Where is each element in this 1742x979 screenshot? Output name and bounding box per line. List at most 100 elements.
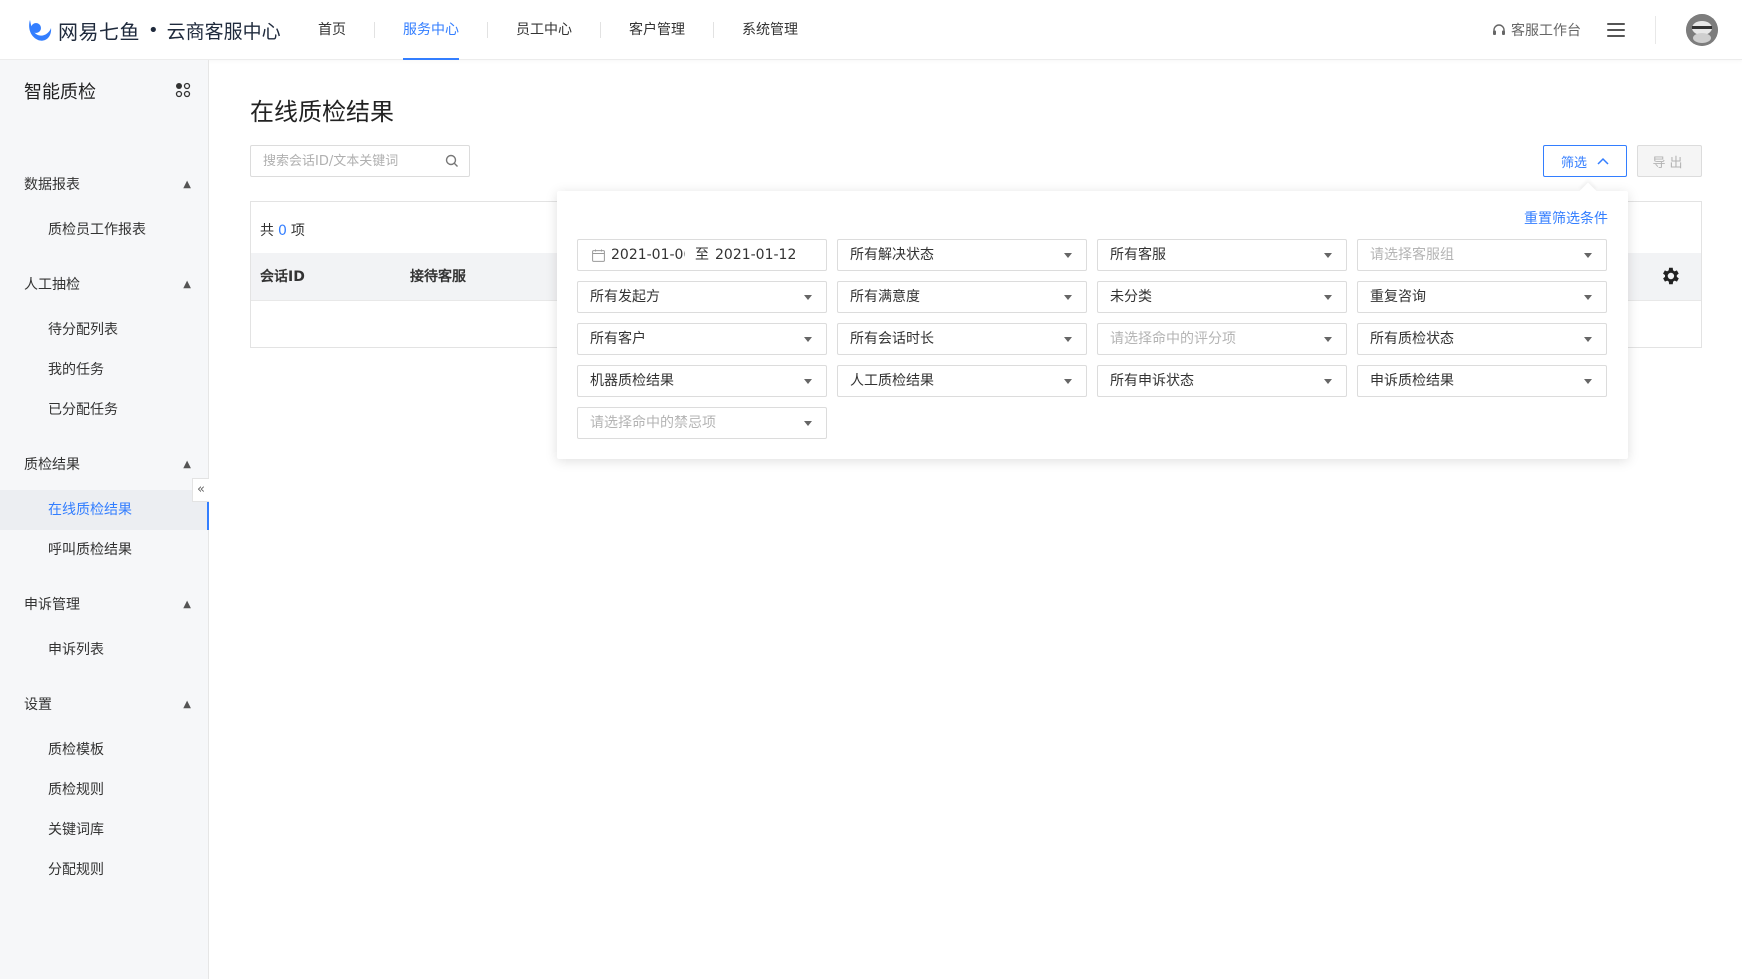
workbench-link[interactable]: 客服工作台 <box>1491 20 1581 40</box>
top-nav: 首页 服务中心 员工中心 客户管理 系统管理 <box>290 0 826 60</box>
double-chevron-left-icon: « <box>197 482 205 497</box>
select-value: 所有客服 <box>1110 247 1166 263</box>
select-value: 人工质检结果 <box>850 373 934 389</box>
caret-up-icon: ▲ <box>183 459 191 470</box>
filter-button[interactable]: 筛选 <box>1543 145 1627 177</box>
agent-group-select[interactable]: 请选择客服组 <box>1357 239 1607 271</box>
headset-icon <box>1493 24 1505 35</box>
caret-up-icon: ▲ <box>183 599 191 610</box>
taboo-item-select[interactable]: 请选择命中的禁忌项 <box>577 407 827 439</box>
dropdown-arrow-icon <box>1064 295 1072 300</box>
customer-select[interactable]: 所有客户 <box>577 323 827 355</box>
sidebar-group-label: 人工抽检 <box>24 277 80 293</box>
select-value: 重复咨询 <box>1370 289 1426 305</box>
logo[interactable]: 网易七鱼 • 云商客服中心 <box>24 16 281 44</box>
sidebar-item-qc-template[interactable]: 质检模板 <box>0 730 209 770</box>
date-separator: 至 <box>695 247 709 263</box>
sidebar-group-settings[interactable]: 设置 ▲ <box>0 685 209 725</box>
machine-qc-result-select[interactable]: 机器质检结果 <box>577 365 827 397</box>
total-prefix: 共 <box>260 223 274 239</box>
sidebar-collapse-button[interactable]: « <box>192 478 209 502</box>
manual-qc-result-select[interactable]: 人工质检结果 <box>837 365 1087 397</box>
sidebar-item-keyword-library[interactable]: 关键词库 <box>0 810 209 850</box>
sidebar-item-my-tasks[interactable]: 我的任务 <box>0 350 209 390</box>
dropdown-arrow-icon <box>1584 253 1592 258</box>
scoring-item-select[interactable]: 请选择命中的评分项 <box>1097 323 1347 355</box>
dropdown-arrow-icon <box>1584 337 1592 342</box>
dropdown-arrow-icon <box>804 379 812 384</box>
top-header: 网易七鱼 • 云商客服中心 首页 服务中心 员工中心 客户管理 系统管理 客服工… <box>0 0 1742 60</box>
date-start: 2021-01-06 <box>611 247 685 263</box>
select-value: 未分类 <box>1110 289 1152 305</box>
select-value: 所有会话时长 <box>850 331 934 347</box>
dropdown-arrow-icon <box>1324 253 1332 258</box>
total-count: 共0项 <box>260 220 305 240</box>
sidebar-item-pending-list[interactable]: 待分配列表 <box>0 310 209 350</box>
sidebar-item-assigned-tasks[interactable]: 已分配任务 <box>0 390 209 430</box>
sidebar-item-inspector-report[interactable]: 质检员工作报表 <box>0 210 209 250</box>
sidebar: 智能质检 数据报表 ▲ 质检员工作报表 人工抽检 ▲ 待分配列表 我的任务 已分… <box>0 60 209 979</box>
qc-status-select[interactable]: 所有质检状态 <box>1357 323 1607 355</box>
appeal-qc-result-select[interactable]: 申诉质检结果 <box>1357 365 1607 397</box>
sidebar-item-qc-rules[interactable]: 质检规则 <box>0 770 209 810</box>
agent-select[interactable]: 所有客服 <box>1097 239 1347 271</box>
column-header-session-id: 会话ID <box>260 269 305 285</box>
select-placeholder: 请选择命中的禁忌项 <box>590 415 716 431</box>
select-value: 所有解决状态 <box>850 247 934 263</box>
reset-filters-link[interactable]: 重置筛选条件 <box>1524 208 1608 228</box>
filter-label: 筛选 <box>1560 155 1587 171</box>
select-value: 所有质检状态 <box>1370 331 1454 347</box>
sidebar-group-label: 设置 <box>24 697 52 713</box>
workbench-label: 客服工作台 <box>1511 23 1581 39</box>
sidebar-item-appeal-list[interactable]: 申诉列表 <box>0 630 209 670</box>
select-value: 所有申诉状态 <box>1110 373 1194 389</box>
category-select[interactable]: 未分类 <box>1097 281 1347 313</box>
export-button[interactable]: 导出 <box>1637 145 1702 177</box>
logo-text: 网易七鱼 <box>58 19 140 44</box>
select-value: 机器质检结果 <box>590 373 674 389</box>
dropdown-arrow-icon <box>1584 295 1592 300</box>
date-end: 2021-01-12 <box>715 247 797 263</box>
initiator-select[interactable]: 所有发起方 <box>577 281 827 313</box>
qiyu-logo-icon <box>29 20 52 41</box>
session-duration-select[interactable]: 所有会话时长 <box>837 323 1087 355</box>
sidebar-group-data-report[interactable]: 数据报表 ▲ <box>0 165 209 205</box>
gear-icon[interactable] <box>1659 265 1681 287</box>
sidebar-item-assignment-rules[interactable]: 分配规则 <box>0 850 209 890</box>
dropdown-arrow-icon <box>1324 379 1332 384</box>
search-icon[interactable] <box>445 154 459 168</box>
nav-home[interactable]: 首页 <box>290 0 374 60</box>
logo-dot: • <box>148 19 159 41</box>
select-value: 所有客户 <box>590 331 646 347</box>
search-input[interactable] <box>251 146 431 176</box>
sidebar-item-online-qc-results[interactable]: 在线质检结果 <box>0 490 209 530</box>
appeal-status-select[interactable]: 所有申诉状态 <box>1097 365 1347 397</box>
nav-service-center[interactable]: 服务中心 <box>375 0 487 60</box>
logo-subtitle: 云商客服中心 <box>166 20 281 43</box>
sidebar-group-qc-results[interactable]: 质检结果 ▲ <box>0 445 209 485</box>
calendar-icon <box>592 249 605 262</box>
apps-grid-icon[interactable] <box>175 82 191 98</box>
dropdown-arrow-icon <box>1584 379 1592 384</box>
select-placeholder: 请选择命中的评分项 <box>1110 331 1236 347</box>
resolution-status-select[interactable]: 所有解决状态 <box>837 239 1087 271</box>
nav-staff-center[interactable]: 员工中心 <box>488 0 600 60</box>
header-divider <box>1655 16 1656 44</box>
select-placeholder: 请选择客服组 <box>1370 247 1454 263</box>
repeat-inquiry-select[interactable]: 重复咨询 <box>1357 281 1607 313</box>
search-box <box>250 145 470 177</box>
sidebar-group-appeal-management[interactable]: 申诉管理 ▲ <box>0 585 209 625</box>
hamburger-menu-icon[interactable] <box>1607 23 1625 37</box>
header-right: 客服工作台 <box>1491 0 1742 60</box>
satisfaction-select[interactable]: 所有满意度 <box>837 281 1087 313</box>
sidebar-group-label: 数据报表 <box>24 177 80 193</box>
select-value: 所有满意度 <box>850 289 920 305</box>
avatar[interactable] <box>1686 14 1718 46</box>
select-value: 所有发起方 <box>590 289 660 305</box>
nav-system-management[interactable]: 系统管理 <box>714 0 826 60</box>
dropdown-arrow-icon <box>1064 337 1072 342</box>
nav-customer-management[interactable]: 客户管理 <box>601 0 713 60</box>
date-range-picker[interactable]: 2021-01-06 至 2021-01-12 <box>577 239 827 271</box>
sidebar-item-call-qc-results[interactable]: 呼叫质检结果 <box>0 530 209 570</box>
sidebar-group-manual-sampling[interactable]: 人工抽检 ▲ <box>0 265 209 305</box>
